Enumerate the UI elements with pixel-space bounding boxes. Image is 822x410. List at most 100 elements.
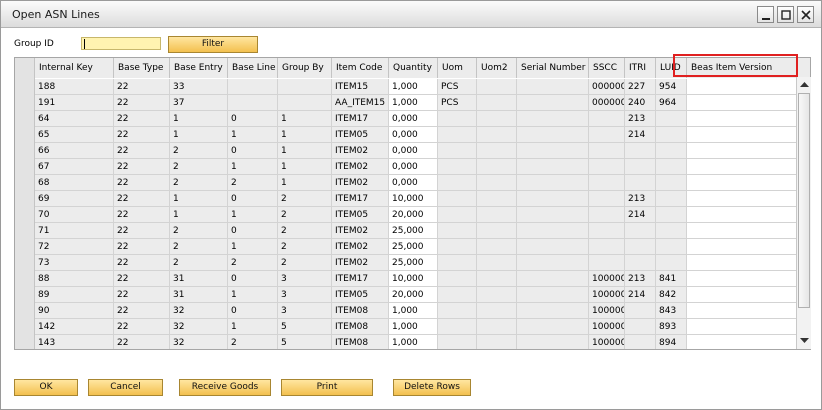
table-cell[interactable] — [687, 79, 797, 95]
table-cell — [656, 127, 687, 143]
cancel-button[interactable]: Cancel — [88, 379, 163, 396]
table-cell — [589, 143, 625, 159]
minimize-button[interactable] — [757, 6, 774, 23]
table-row[interactable]: 73 22 2 2 2 ITEM02 25,000 — [15, 255, 810, 271]
table-cell[interactable]: 1,000 — [389, 319, 438, 335]
table-cell[interactable] — [687, 207, 797, 223]
receive-goods-button[interactable]: Receive Goods — [179, 379, 271, 396]
table-cell — [438, 159, 477, 175]
table-cell[interactable] — [687, 335, 797, 349]
table-cell[interactable]: 0,000 — [389, 159, 438, 175]
table-row[interactable]: 90223203ITEM081,000 100000(843 — [15, 303, 810, 319]
column-header[interactable]: Serial Number — [517, 58, 589, 78]
close-button[interactable] — [797, 6, 814, 23]
table-cell — [477, 287, 517, 303]
table-cell[interactable] — [687, 255, 797, 271]
group-id-input[interactable] — [81, 37, 161, 50]
table-cell[interactable] — [687, 159, 797, 175]
ok-button[interactable]: OK — [14, 379, 78, 396]
table-cell — [278, 95, 332, 111]
table-cell[interactable] — [687, 303, 797, 319]
table-row[interactable]: 142223215ITEM081,000 100000(893 — [15, 319, 810, 335]
maximize-button[interactable] — [777, 6, 794, 23]
table-cell[interactable]: 25,000 — [389, 239, 438, 255]
table-row[interactable]: 1882233 ITEM151,000PCS 000000(227954 — [15, 79, 810, 95]
column-header[interactable]: SSCC — [589, 58, 625, 78]
table-cell[interactable] — [687, 143, 797, 159]
column-header[interactable]: Base Entry — [170, 58, 228, 78]
column-header[interactable]: Base Type — [114, 58, 170, 78]
column-header[interactable]: Quantity — [389, 58, 438, 78]
table-cell — [477, 223, 517, 239]
table-cell — [517, 239, 589, 255]
table-row[interactable]: 88223103ITEM1710,000 100000(213841 — [15, 271, 810, 287]
table-cell: 3 — [278, 287, 332, 303]
table-row[interactable]: 66 22 2 0 1 ITEM02 0,000 — [15, 143, 810, 159]
table-cell[interactable]: 1,000 — [389, 79, 438, 95]
table-row[interactable]: 89223113ITEM0520,000 100000(214842 — [15, 287, 810, 303]
column-header[interactable]: Base Line — [228, 58, 278, 78]
column-header[interactable]: Internal Key — [35, 58, 114, 78]
table-cell[interactable] — [687, 127, 797, 143]
table-cell[interactable]: 0,000 — [389, 175, 438, 191]
table-row[interactable]: 71 22 2 0 2 ITEM02 25,000 — [15, 223, 810, 239]
table-cell — [477, 111, 517, 127]
table-row[interactable]: 64 22 1 0 1 ITEM17 0,000 213 — [15, 111, 810, 127]
column-header[interactable]: Item Code — [332, 58, 389, 78]
table-row[interactable]: 69 22 1 0 2 ITEM17 10,000 213 — [15, 191, 810, 207]
table-row[interactable]: 67 22 2 1 1 ITEM02 0,000 — [15, 159, 810, 175]
table-cell[interactable]: 20,000 — [389, 207, 438, 223]
table-cell[interactable] — [687, 111, 797, 127]
column-header[interactable]: Uom2 — [477, 58, 517, 78]
scrollbar-thumb[interactable] — [798, 93, 810, 308]
table-cell[interactable] — [687, 223, 797, 239]
print-button[interactable]: Print — [281, 379, 373, 396]
table-cell[interactable] — [687, 175, 797, 191]
table-cell[interactable]: 10,000 — [389, 191, 438, 207]
table-cell[interactable] — [687, 239, 797, 255]
table-cell[interactable]: 10,000 — [389, 271, 438, 287]
table-cell: 954 — [656, 79, 687, 95]
table-cell[interactable] — [687, 319, 797, 335]
table-row[interactable]: 70 22 1 1 2 ITEM05 20,000 214 — [15, 207, 810, 223]
table-cell: 5 — [278, 319, 332, 335]
delete-rows-button[interactable]: Delete Rows — [393, 379, 471, 396]
table-cell: 842 — [656, 287, 687, 303]
table-cell[interactable] — [687, 287, 797, 303]
column-header[interactable]: Beas Item Version — [687, 58, 797, 78]
column-header[interactable]: ITRI — [625, 58, 656, 78]
table-cell — [477, 271, 517, 287]
table-row[interactable]: 65 22 1 1 1 ITEM05 0,000 214 — [15, 127, 810, 143]
table-cell: 22 — [114, 159, 170, 175]
table-cell — [228, 79, 278, 95]
vertical-scrollbar[interactable] — [796, 77, 811, 349]
column-header[interactable]: Uom — [438, 58, 477, 78]
table-cell — [517, 287, 589, 303]
table-cell — [625, 159, 656, 175]
scroll-down-icon[interactable] — [798, 334, 811, 346]
table-cell[interactable]: 25,000 — [389, 255, 438, 271]
table-cell[interactable]: 0,000 — [389, 143, 438, 159]
table-cell[interactable]: 25,000 — [389, 223, 438, 239]
table-row[interactable]: 143223225ITEM081,000 100000(894 — [15, 335, 810, 349]
scroll-up-icon[interactable] — [798, 79, 811, 91]
column-header[interactable]: LUID — [656, 58, 687, 78]
table-cell[interactable]: 1,000 — [389, 95, 438, 111]
table-cell — [625, 239, 656, 255]
table-row[interactable]: 68 22 2 2 1 ITEM02 0,000 — [15, 175, 810, 191]
table-cell[interactable]: 20,000 — [389, 287, 438, 303]
table-cell[interactable] — [687, 271, 797, 287]
table-cell[interactable]: 0,000 — [389, 127, 438, 143]
table-row[interactable]: 1912237 AA_ITEM151,000PCS 000000(240964 — [15, 95, 810, 111]
table-cell: 22 — [114, 319, 170, 335]
table-cell[interactable] — [687, 95, 797, 111]
column-header[interactable]: Group By — [278, 58, 332, 78]
filter-button[interactable]: Filter — [168, 36, 258, 53]
table-cell: 1 — [170, 127, 228, 143]
table-cell[interactable]: 0,000 — [389, 111, 438, 127]
table-cell[interactable] — [687, 191, 797, 207]
table-row[interactable]: 72 22 2 1 2 ITEM02 25,000 — [15, 239, 810, 255]
table-cell[interactable]: 1,000 — [389, 303, 438, 319]
table-cell: 88 — [35, 271, 114, 287]
table-cell[interactable]: 1,000 — [389, 335, 438, 349]
